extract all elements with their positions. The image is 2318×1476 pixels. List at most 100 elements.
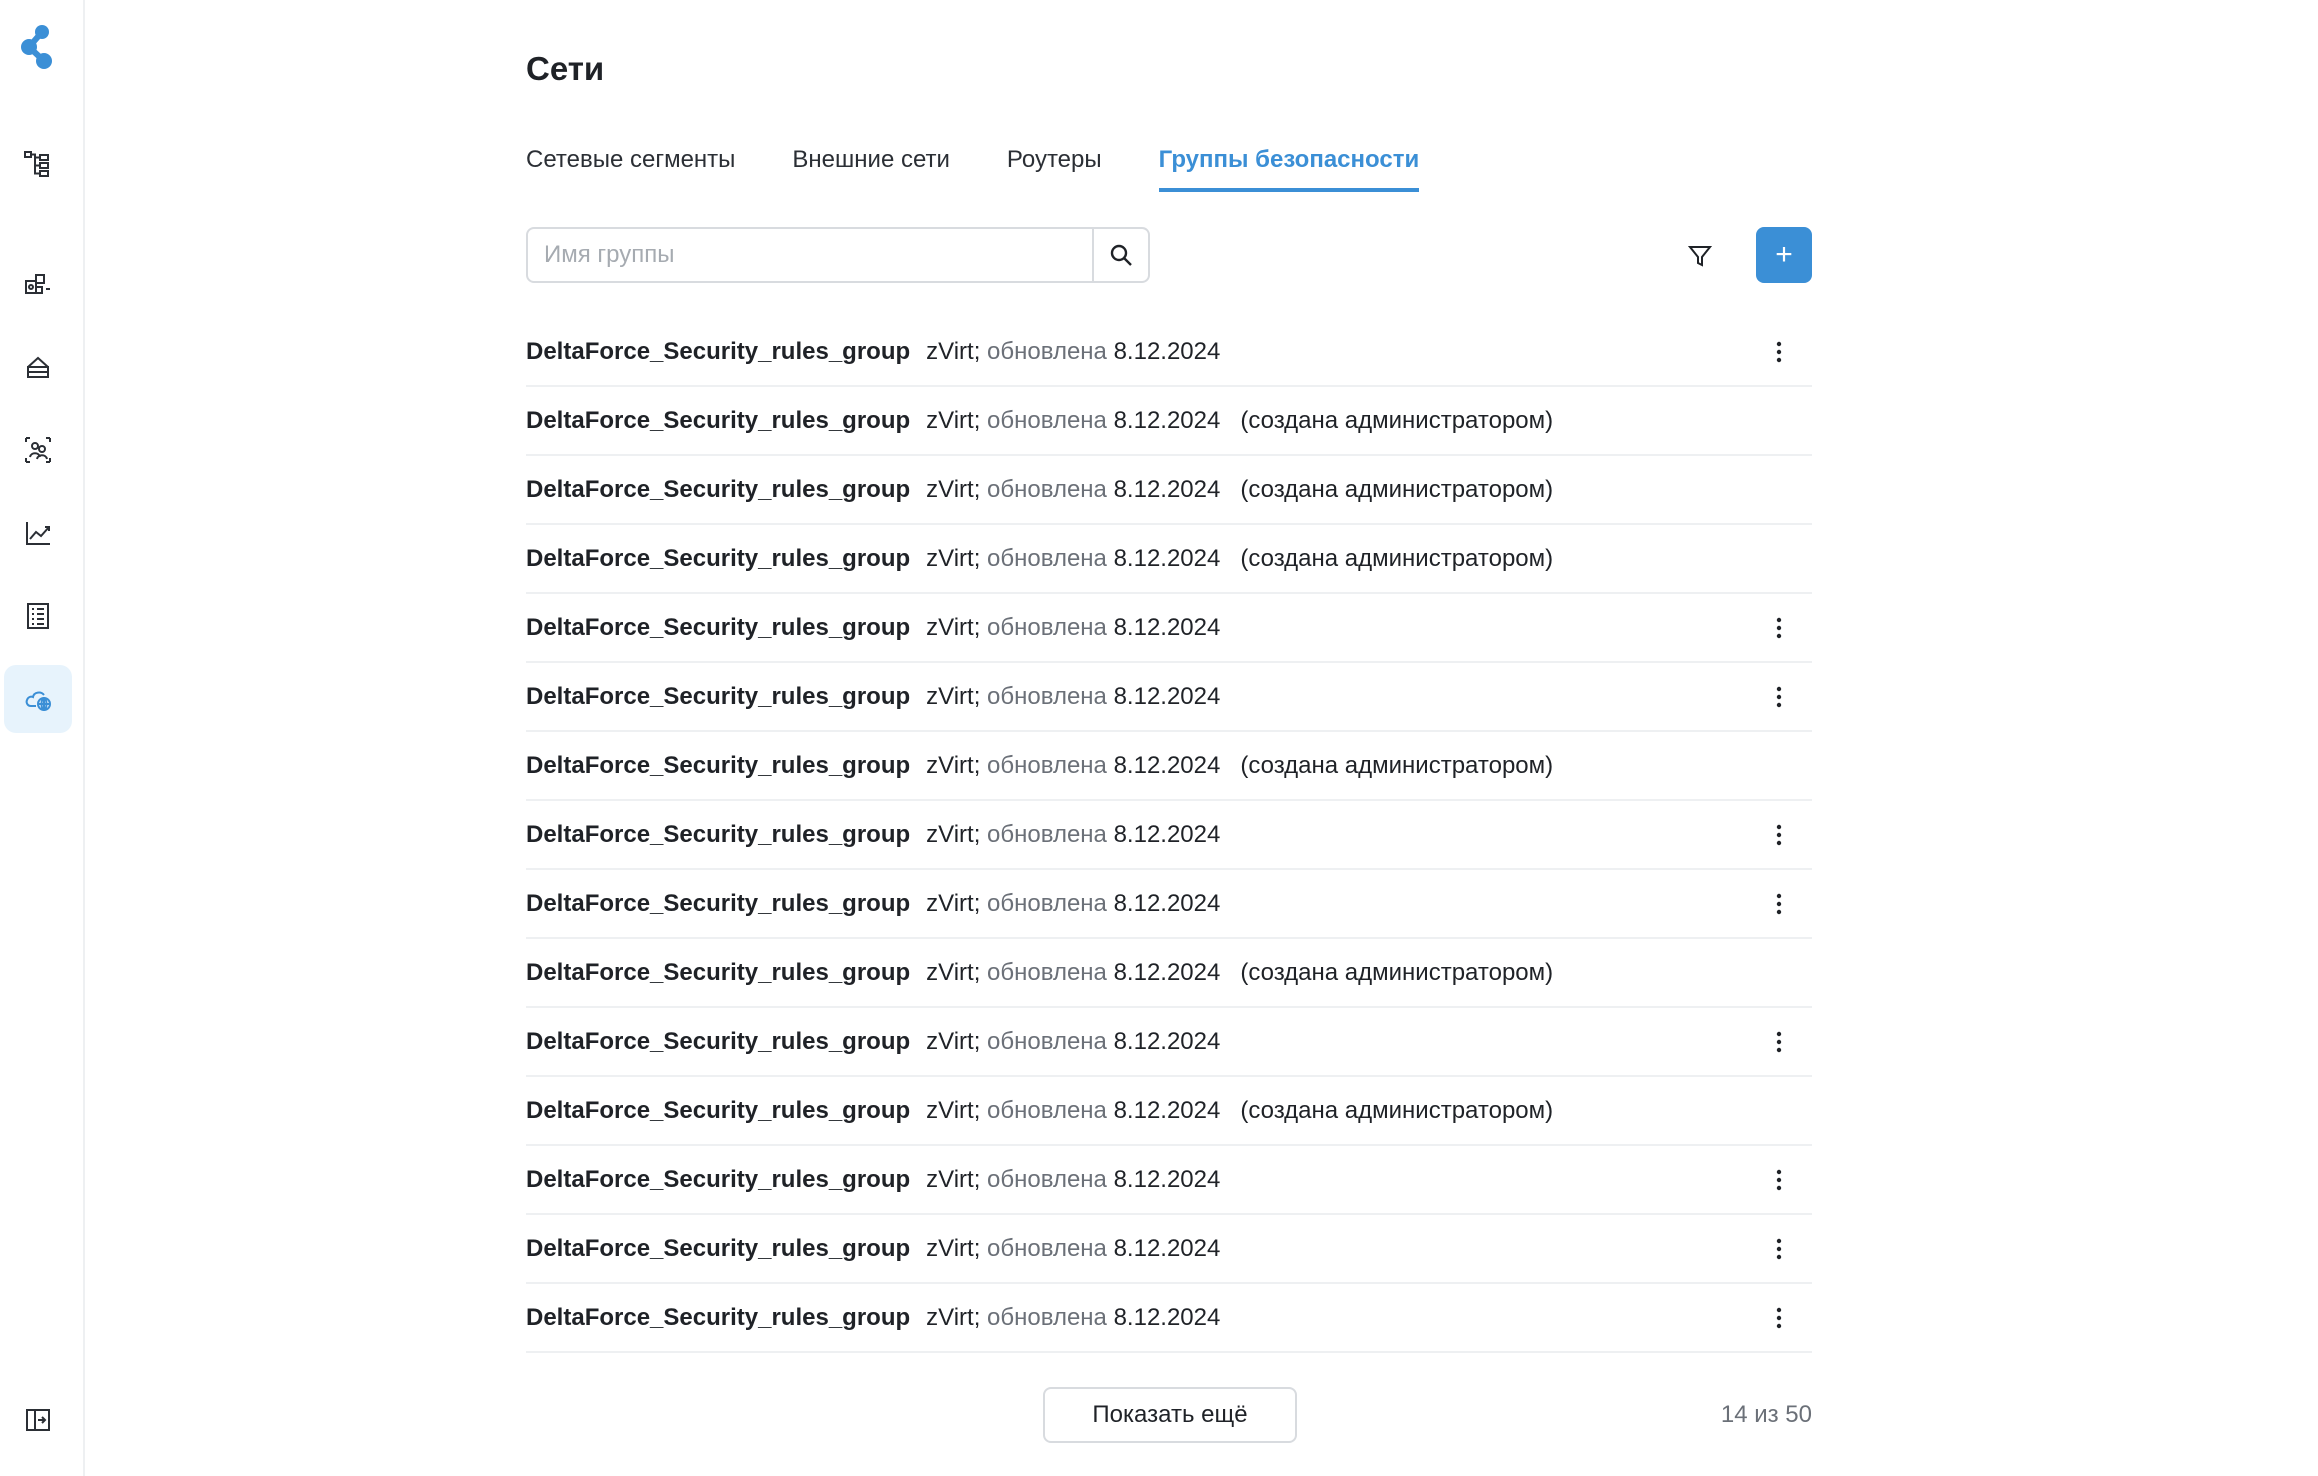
table-row[interactable]: DeltaForce_Security_rules_group zVirt; об… — [526, 939, 1812, 1008]
group-date: 8.12.2024 — [1113, 1096, 1221, 1124]
group-name[interactable]: DeltaForce_Security_rules_group — [526, 752, 910, 780]
group-name[interactable]: DeltaForce_Security_rules_group — [526, 1235, 910, 1263]
row-menu-button[interactable] — [1764, 332, 1794, 372]
table-row[interactable]: DeltaForce_Security_rules_group zVirt; об… — [526, 456, 1812, 525]
row-menu-button[interactable] — [1764, 608, 1794, 648]
group-meta: zVirt; обновлена 8.12.2024 — [926, 683, 1220, 711]
group-date: 8.12.2024 — [1113, 406, 1221, 434]
show-more-button[interactable]: Показать ещё — [1043, 1387, 1297, 1443]
page-title: Сети — [526, 50, 605, 87]
group-updated-label: обновлена — [987, 406, 1107, 434]
group-updated-label: обновлена — [987, 889, 1107, 917]
group-meta: zVirt; обновлена 8.12.2024 — [926, 338, 1220, 366]
sidebar-item-logs[interactable] — [4, 582, 72, 650]
table-row[interactable]: DeltaForce_Security_rules_group zVirt; об… — [526, 1146, 1812, 1215]
table-row[interactable]: DeltaForce_Security_rules_group zVirt; об… — [526, 663, 1812, 732]
more-vertical-icon — [1776, 1031, 1782, 1052]
tab-segments[interactable]: Сетевые сегменты — [526, 144, 735, 192]
collapse-sidebar-button[interactable] — [4, 1386, 72, 1454]
topology-icon — [24, 151, 49, 177]
group-platform: zVirt; — [926, 475, 981, 503]
group-date: 8.12.2024 — [1113, 475, 1221, 503]
group-name[interactable]: DeltaForce_Security_rules_group — [526, 614, 910, 642]
group-meta: zVirt; обновлена 8.12.2024 — [926, 545, 1220, 573]
group-creator: (создана администратором) — [1240, 751, 1554, 779]
table-row[interactable]: DeltaForce_Security_rules_group zVirt; об… — [526, 387, 1812, 456]
group-date: 8.12.2024 — [1113, 820, 1221, 848]
sidebar-item-topology[interactable] — [4, 130, 72, 198]
group-name[interactable]: DeltaForce_Security_rules_group — [526, 545, 910, 573]
table-row[interactable]: DeltaForce_Security_rules_group zVirt; об… — [526, 732, 1812, 801]
more-vertical-icon — [1776, 341, 1782, 362]
group-name[interactable]: DeltaForce_Security_rules_group — [526, 959, 910, 987]
group-meta: zVirt; обновлена 8.12.2024 — [926, 1166, 1220, 1194]
tabs: Сетевые сегменты Внешние сети Роутеры Гр… — [526, 144, 1476, 196]
more-vertical-icon — [1776, 617, 1782, 638]
row-menu-button[interactable] — [1764, 1160, 1794, 1200]
row-menu-button[interactable] — [1764, 1022, 1794, 1062]
group-creator: (создана администратором) — [1240, 544, 1554, 572]
table-row[interactable]: DeltaForce_Security_rules_group zVirt; об… — [526, 801, 1812, 870]
group-name[interactable]: DeltaForce_Security_rules_group — [526, 890, 910, 918]
group-meta: zVirt; обновлена 8.12.2024 — [926, 1097, 1220, 1125]
table-row[interactable]: DeltaForce_Security_rules_group zVirt; об… — [526, 1077, 1812, 1146]
users-icon — [25, 437, 51, 463]
group-meta: zVirt; обновлена 8.12.2024 — [926, 476, 1220, 504]
search-input[interactable] — [528, 229, 1092, 281]
sidebar-item-analytics[interactable] — [4, 499, 72, 567]
table-row[interactable]: DeltaForce_Security_rules_group zVirt; об… — [526, 318, 1812, 387]
tab-external-networks[interactable]: Внешние сети — [792, 144, 950, 192]
table-row[interactable]: DeltaForce_Security_rules_group zVirt; об… — [526, 1215, 1812, 1284]
group-date: 8.12.2024 — [1113, 958, 1221, 986]
group-name[interactable]: DeltaForce_Security_rules_group — [526, 338, 910, 366]
chart-icon — [26, 522, 50, 545]
table-row[interactable]: DeltaForce_Security_rules_group zVirt; об… — [526, 1008, 1812, 1077]
group-creator: (создана администратором) — [1240, 1096, 1554, 1124]
row-menu-button[interactable] — [1764, 815, 1794, 855]
components-icon — [25, 274, 50, 294]
row-menu-button[interactable] — [1764, 1229, 1794, 1269]
security-groups-list: DeltaForce_Security_rules_group zVirt; об… — [526, 318, 1812, 1353]
group-name[interactable]: DeltaForce_Security_rules_group — [526, 1304, 910, 1332]
sidebar-item-components[interactable] — [4, 250, 72, 318]
sidebar-item-users[interactable] — [4, 416, 72, 484]
group-date: 8.12.2024 — [1113, 1027, 1221, 1055]
group-name[interactable]: DeltaForce_Security_rules_group — [526, 1166, 910, 1194]
group-name[interactable]: DeltaForce_Security_rules_group — [526, 476, 910, 504]
search-icon — [1110, 244, 1132, 266]
group-date: 8.12.2024 — [1113, 337, 1221, 365]
group-name[interactable]: DeltaForce_Security_rules_group — [526, 1028, 910, 1056]
table-row[interactable]: DeltaForce_Security_rules_group zVirt; об… — [526, 1284, 1812, 1353]
sidebar-item-networks[interactable] — [4, 665, 72, 733]
row-menu-button[interactable] — [1764, 677, 1794, 717]
table-row[interactable]: DeltaForce_Security_rules_group zVirt; об… — [526, 594, 1812, 663]
group-updated-label: обновлена — [987, 475, 1107, 503]
group-platform: zVirt; — [926, 1027, 981, 1055]
logo-icon[interactable] — [20, 24, 56, 70]
add-group-button[interactable]: + — [1756, 227, 1812, 283]
group-name[interactable]: DeltaForce_Security_rules_group — [526, 683, 910, 711]
sidebar-item-storage[interactable] — [4, 333, 72, 401]
tab-security-groups[interactable]: Группы безопасности — [1158, 144, 1420, 192]
group-meta: zVirt; обновлена 8.12.2024 — [926, 752, 1220, 780]
table-row[interactable]: DeltaForce_Security_rules_group zVirt; об… — [526, 870, 1812, 939]
search-button[interactable] — [1092, 229, 1148, 281]
group-platform: zVirt; — [926, 1096, 981, 1124]
group-platform: zVirt; — [926, 958, 981, 986]
more-vertical-icon — [1776, 1238, 1782, 1259]
group-platform: zVirt; — [926, 613, 981, 641]
table-row[interactable]: DeltaForce_Security_rules_group zVirt; об… — [526, 525, 1812, 594]
tab-routers[interactable]: Роутеры — [1007, 144, 1102, 192]
group-name[interactable]: DeltaForce_Security_rules_group — [526, 407, 910, 435]
group-updated-label: обновлена — [987, 1027, 1107, 1055]
row-menu-button[interactable] — [1764, 884, 1794, 924]
group-name[interactable]: DeltaForce_Security_rules_group — [526, 1097, 910, 1125]
group-meta: zVirt; обновлена 8.12.2024 — [926, 890, 1220, 918]
group-meta: zVirt; обновлена 8.12.2024 — [926, 614, 1220, 642]
filter-button[interactable] — [1680, 236, 1720, 276]
group-meta: zVirt; обновлена 8.12.2024 — [926, 821, 1220, 849]
group-name[interactable]: DeltaForce_Security_rules_group — [526, 821, 910, 849]
sidebar — [0, 0, 85, 1476]
group-meta: zVirt; обновлена 8.12.2024 — [926, 1235, 1220, 1263]
row-menu-button[interactable] — [1764, 1298, 1794, 1338]
